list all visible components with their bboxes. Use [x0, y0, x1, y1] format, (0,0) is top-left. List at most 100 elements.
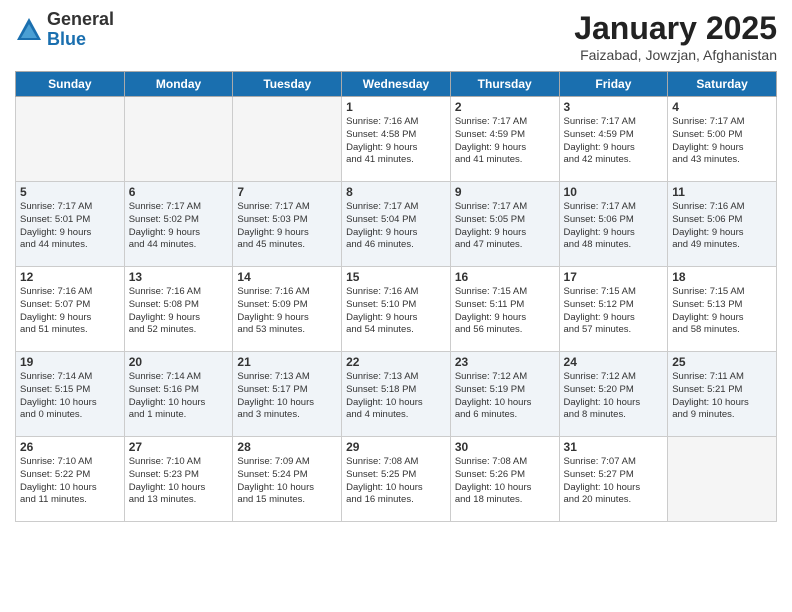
day-number: 29 — [346, 440, 446, 454]
table-row: 8Sunrise: 7:17 AM Sunset: 5:04 PM Daylig… — [342, 182, 451, 267]
table-row: 4 Sunrise: 7:17 AM Sunset: 5:00 PM Daylig… — [668, 97, 777, 182]
logo-icon — [15, 16, 43, 44]
day-info: Sunrise: 7:07 AM Sunset: 5:27 PM Dayligh… — [564, 456, 664, 507]
day-number: 22 — [346, 355, 446, 369]
day-info: Sunrise: 7:10 AM Sunset: 5:23 PM Dayligh… — [129, 456, 229, 507]
logo-blue-label: Blue — [47, 30, 114, 50]
day-number: 9 — [455, 185, 555, 199]
day-number: 24 — [564, 355, 664, 369]
day-number: 3 — [564, 100, 664, 114]
col-thursday: Thursday — [450, 72, 559, 97]
day-number: 4 — [672, 100, 772, 114]
day-info: Sunrise: 7:16 AM Sunset: 5:10 PM Dayligh… — [346, 286, 446, 337]
table-row: 18Sunrise: 7:15 AM Sunset: 5:13 PM Dayli… — [668, 267, 777, 352]
day-number: 15 — [346, 270, 446, 284]
location-subtitle: Faizabad, Jowzjan, Afghanistan — [574, 47, 777, 63]
day-info: Sunrise: 7:17 AM Sunset: 5:04 PM Dayligh… — [346, 201, 446, 252]
logo-text: General Blue — [47, 10, 114, 50]
day-number: 31 — [564, 440, 664, 454]
table-row: 22 Sunrise: 7:13 AM Sunset: 5:18 PM Dayli… — [342, 352, 451, 437]
table-row: 11 Sunrise: 7:16 AM Sunset: 5:06 PM Dayli… — [668, 182, 777, 267]
table-row: 17 Sunrise: 7:15 AM Sunset: 5:12 PM Dayli… — [559, 267, 668, 352]
day-info: Sunrise: 7:14 AM Sunset: 5:15 PM Dayligh… — [20, 371, 120, 422]
day-number: 20 — [129, 355, 229, 369]
calendar-header-row: Sunday Monday Tuesday Wednesday Thursday… — [16, 72, 777, 97]
table-row — [16, 97, 125, 182]
day-number: 17 — [564, 270, 664, 284]
day-number: 14 — [237, 270, 337, 284]
day-number: 27 — [129, 440, 229, 454]
day-number: 11 — [672, 185, 772, 199]
col-monday: Monday — [124, 72, 233, 97]
table-row: 10Sunrise: 7:17 AM Sunset: 5:06 PM Dayli… — [559, 182, 668, 267]
table-row: 13 Sunrise: 7:16 AM Sunset: 5:08 PM Dayli… — [124, 267, 233, 352]
day-info: Sunrise: 7:17 AM Sunset: 5:02 PM Dayligh… — [129, 201, 229, 252]
table-row: 23Sunrise: 7:12 AM Sunset: 5:19 PM Dayli… — [450, 352, 559, 437]
table-row: 15 Sunrise: 7:16 AM Sunset: 5:10 PM Dayli… — [342, 267, 451, 352]
table-row: 19Sunrise: 7:14 AM Sunset: 5:15 PM Dayli… — [16, 352, 125, 437]
table-row: 3 Sunrise: 7:17 AM Sunset: 4:59 PM Daylig… — [559, 97, 668, 182]
table-row: 30Sunrise: 7:08 AM Sunset: 5:26 PM Dayli… — [450, 437, 559, 522]
calendar-week-row: 12Sunrise: 7:16 AM Sunset: 5:07 PM Dayli… — [16, 267, 777, 352]
day-info: Sunrise: 7:09 AM Sunset: 5:24 PM Dayligh… — [237, 456, 337, 507]
title-section: January 2025 Faizabad, Jowzjan, Afghanis… — [574, 10, 777, 63]
day-number: 10 — [564, 185, 664, 199]
table-row — [124, 97, 233, 182]
day-info: Sunrise: 7:16 AM Sunset: 5:08 PM Dayligh… — [129, 286, 229, 337]
day-number: 16 — [455, 270, 555, 284]
day-info: Sunrise: 7:15 AM Sunset: 5:13 PM Dayligh… — [672, 286, 772, 337]
col-wednesday: Wednesday — [342, 72, 451, 97]
table-row — [668, 437, 777, 522]
day-info: Sunrise: 7:17 AM Sunset: 5:03 PM Dayligh… — [237, 201, 337, 252]
table-row — [233, 97, 342, 182]
day-number: 25 — [672, 355, 772, 369]
month-title: January 2025 — [574, 10, 777, 47]
table-row: 25Sunrise: 7:11 AM Sunset: 5:21 PM Dayli… — [668, 352, 777, 437]
page-container: General Blue January 2025 Faizabad, Jowz… — [0, 0, 792, 532]
day-info: Sunrise: 7:13 AM Sunset: 5:17 PM Dayligh… — [237, 371, 337, 422]
table-row: 29 Sunrise: 7:08 AM Sunset: 5:25 PM Dayli… — [342, 437, 451, 522]
day-info: Sunrise: 7:15 AM Sunset: 5:11 PM Dayligh… — [455, 286, 555, 337]
table-row: 5Sunrise: 7:17 AM Sunset: 5:01 PM Daylig… — [16, 182, 125, 267]
table-row: 20 Sunrise: 7:14 AM Sunset: 5:16 PM Dayli… — [124, 352, 233, 437]
day-info: Sunrise: 7:14 AM Sunset: 5:16 PM Dayligh… — [129, 371, 229, 422]
table-row: 9Sunrise: 7:17 AM Sunset: 5:05 PM Daylig… — [450, 182, 559, 267]
day-number: 7 — [237, 185, 337, 199]
day-number: 26 — [20, 440, 120, 454]
logo: General Blue — [15, 10, 114, 50]
calendar-week-row: 26Sunrise: 7:10 AM Sunset: 5:22 PM Dayli… — [16, 437, 777, 522]
day-info: Sunrise: 7:17 AM Sunset: 4:59 PM Dayligh… — [564, 116, 664, 167]
table-row: 2Sunrise: 7:17 AM Sunset: 4:59 PM Daylig… — [450, 97, 559, 182]
day-number: 21 — [237, 355, 337, 369]
day-info: Sunrise: 7:16 AM Sunset: 5:06 PM Dayligh… — [672, 201, 772, 252]
calendar-week-row: 1Sunrise: 7:16 AM Sunset: 4:58 PM Daylig… — [16, 97, 777, 182]
day-info: Sunrise: 7:15 AM Sunset: 5:12 PM Dayligh… — [564, 286, 664, 337]
day-number: 13 — [129, 270, 229, 284]
day-number: 6 — [129, 185, 229, 199]
table-row: 7 Sunrise: 7:17 AM Sunset: 5:03 PM Daylig… — [233, 182, 342, 267]
table-row: 21 Sunrise: 7:13 AM Sunset: 5:17 PM Dayli… — [233, 352, 342, 437]
col-sunday: Sunday — [16, 72, 125, 97]
table-row: 31 Sunrise: 7:07 AM Sunset: 5:27 PM Dayli… — [559, 437, 668, 522]
day-info: Sunrise: 7:16 AM Sunset: 4:58 PM Dayligh… — [346, 116, 446, 167]
table-row: 24 Sunrise: 7:12 AM Sunset: 5:20 PM Dayli… — [559, 352, 668, 437]
calendar-week-row: 5Sunrise: 7:17 AM Sunset: 5:01 PM Daylig… — [16, 182, 777, 267]
day-number: 30 — [455, 440, 555, 454]
table-row: 1Sunrise: 7:16 AM Sunset: 4:58 PM Daylig… — [342, 97, 451, 182]
day-info: Sunrise: 7:17 AM Sunset: 5:00 PM Dayligh… — [672, 116, 772, 167]
day-info: Sunrise: 7:17 AM Sunset: 4:59 PM Dayligh… — [455, 116, 555, 167]
col-tuesday: Tuesday — [233, 72, 342, 97]
table-row: 26Sunrise: 7:10 AM Sunset: 5:22 PM Dayli… — [16, 437, 125, 522]
day-info: Sunrise: 7:08 AM Sunset: 5:25 PM Dayligh… — [346, 456, 446, 507]
table-row: 14Sunrise: 7:16 AM Sunset: 5:09 PM Dayli… — [233, 267, 342, 352]
day-info: Sunrise: 7:12 AM Sunset: 5:20 PM Dayligh… — [564, 371, 664, 422]
day-info: Sunrise: 7:17 AM Sunset: 5:01 PM Dayligh… — [20, 201, 120, 252]
table-row: 27 Sunrise: 7:10 AM Sunset: 5:23 PM Dayli… — [124, 437, 233, 522]
day-number: 28 — [237, 440, 337, 454]
day-info: Sunrise: 7:16 AM Sunset: 5:07 PM Dayligh… — [20, 286, 120, 337]
table-row: 6 Sunrise: 7:17 AM Sunset: 5:02 PM Daylig… — [124, 182, 233, 267]
day-info: Sunrise: 7:13 AM Sunset: 5:18 PM Dayligh… — [346, 371, 446, 422]
calendar-week-row: 19Sunrise: 7:14 AM Sunset: 5:15 PM Dayli… — [16, 352, 777, 437]
logo-general-label: General — [47, 10, 114, 30]
table-row: 16 Sunrise: 7:15 AM Sunset: 5:11 PM Dayli… — [450, 267, 559, 352]
